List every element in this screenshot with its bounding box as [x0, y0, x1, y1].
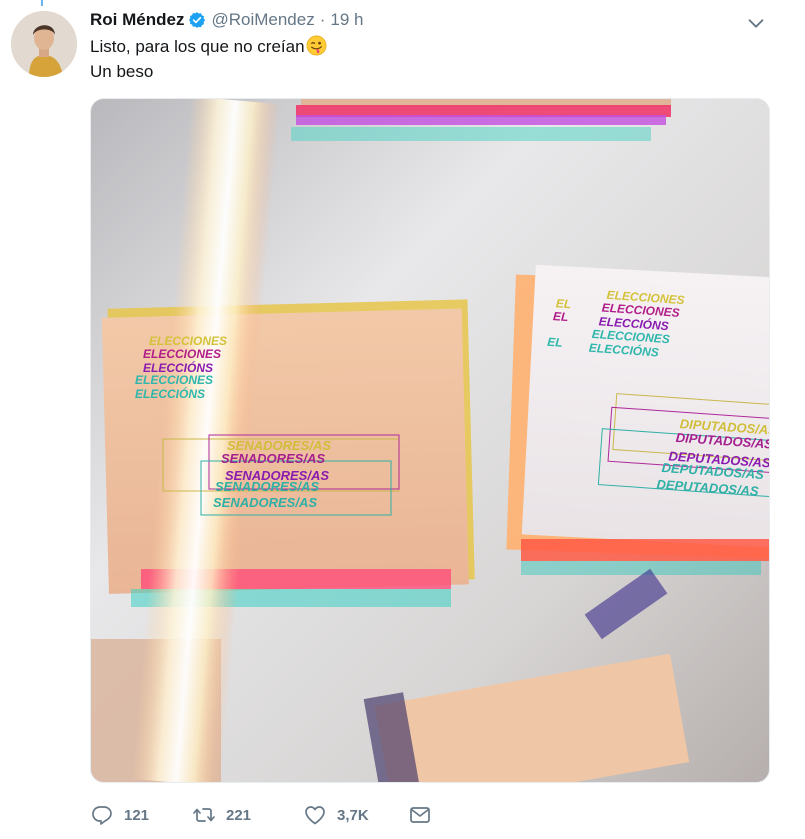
svg-text:SENADORES/AS: SENADORES/AS [215, 479, 319, 494]
tweet-text-line1: Listo, para los que no creían [90, 34, 327, 59]
reply-count: 121 [124, 806, 150, 824]
svg-text:EL: EL [553, 309, 569, 324]
author-name[interactable]: Roi Méndez [90, 10, 184, 30]
reply-icon [92, 806, 112, 825]
tweet-text-line2: Un beso [90, 62, 154, 81]
reply-button[interactable]: 121 [90, 803, 192, 827]
svg-text:ELECCIÓNS: ELECCIÓNS [135, 386, 205, 401]
tweet-header: Roi Méndez @RoiMendez · 19 h [90, 9, 363, 31]
direct-message-button[interactable] [408, 803, 432, 827]
tweet-photo[interactable]: ELECCIONES ELECCIONES ELECCIÓNS ELECCION… [90, 98, 770, 783]
retweet-button[interactable]: 221 [192, 803, 303, 827]
message-icon [410, 807, 430, 823]
verified-badge-icon [188, 11, 206, 29]
avatar[interactable] [11, 11, 77, 77]
svg-text:ELECCIONES: ELECCIONES [135, 373, 213, 387]
svg-text:SENADORES/AS: SENADORES/AS [213, 495, 317, 510]
tweet-text-line1-label: Listo, para los que no creían [90, 37, 305, 56]
timestamp[interactable]: 19 h [330, 10, 363, 30]
tweet-actions: 121 221 3,7K [90, 800, 432, 830]
author-handle[interactable]: @RoiMendez [211, 10, 314, 30]
separator-dot: · [319, 10, 326, 29]
svg-text:ELECCIONES: ELECCIONES [149, 334, 227, 348]
thread-line [41, 0, 43, 6]
tweet-text: Listo, para los que no creían Un beso [90, 34, 327, 84]
svg-text:ELECCIONES: ELECCIONES [143, 347, 221, 361]
like-count: 3,7K [337, 806, 369, 824]
retweet-icon [193, 808, 215, 822]
winking-tongue-emoji [306, 35, 327, 56]
like-button[interactable]: 3,7K [303, 803, 408, 827]
chevron-down-icon[interactable] [745, 12, 767, 34]
like-icon [305, 806, 325, 825]
photo-ballots: ELECCIONES ELECCIONES ELECCIÓNS ELECCION… [91, 99, 769, 782]
retweet-count: 221 [226, 806, 252, 824]
svg-text:EL: EL [547, 335, 563, 350]
avatar-image [11, 11, 77, 77]
svg-text:SENADORES/AS: SENADORES/AS [221, 451, 325, 466]
